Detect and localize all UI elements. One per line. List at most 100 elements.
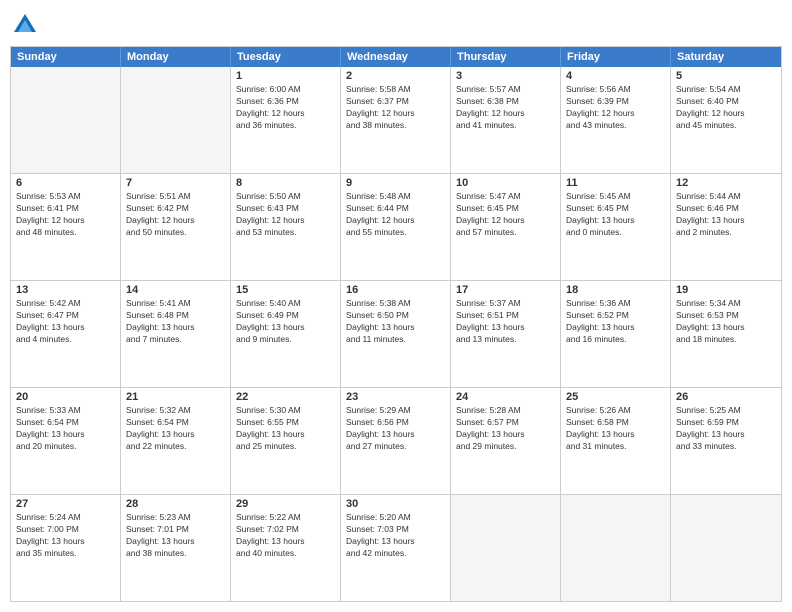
cell-info-line: and 33 minutes.: [676, 441, 776, 453]
day-cell-23: 23Sunrise: 5:29 AMSunset: 6:56 PMDayligh…: [341, 388, 451, 494]
cell-info-line: Sunrise: 5:58 AM: [346, 84, 445, 96]
cell-info-line: and 38 minutes.: [346, 120, 445, 132]
cell-info-line: Sunrise: 5:34 AM: [676, 298, 776, 310]
cell-info-line: Daylight: 12 hours: [126, 215, 225, 227]
cell-info-line: and 50 minutes.: [126, 227, 225, 239]
cell-info-line: Daylight: 12 hours: [16, 215, 115, 227]
day-number: 28: [126, 498, 225, 510]
cell-info-line: and 38 minutes.: [126, 548, 225, 560]
day-cell-5: 5Sunrise: 5:54 AMSunset: 6:40 PMDaylight…: [671, 67, 781, 173]
cell-info-line: and 4 minutes.: [16, 334, 115, 346]
logo-icon: [10, 10, 40, 40]
cell-info-line: Sunset: 7:01 PM: [126, 524, 225, 536]
cell-info-line: Daylight: 12 hours: [566, 108, 665, 120]
cell-info-line: Sunrise: 5:42 AM: [16, 298, 115, 310]
cell-info-line: Sunset: 6:44 PM: [346, 203, 445, 215]
day-number: 10: [456, 177, 555, 189]
cell-info-line: Sunrise: 5:48 AM: [346, 191, 445, 203]
cell-info-line: Sunset: 6:50 PM: [346, 310, 445, 322]
cell-info-line: and 7 minutes.: [126, 334, 225, 346]
cell-info-line: Daylight: 13 hours: [16, 536, 115, 548]
day-cell-22: 22Sunrise: 5:30 AMSunset: 6:55 PMDayligh…: [231, 388, 341, 494]
cell-info-line: Daylight: 13 hours: [126, 429, 225, 441]
cell-info-line: Sunrise: 5:57 AM: [456, 84, 555, 96]
cell-info-line: Sunset: 6:43 PM: [236, 203, 335, 215]
day-number: 3: [456, 70, 555, 82]
cell-info-line: Sunrise: 5:32 AM: [126, 405, 225, 417]
cell-info-line: Sunrise: 5:38 AM: [346, 298, 445, 310]
cell-info-line: and 45 minutes.: [676, 120, 776, 132]
cell-info-line: Sunrise: 5:30 AM: [236, 405, 335, 417]
cell-info-line: and 42 minutes.: [346, 548, 445, 560]
cell-info-line: and 22 minutes.: [126, 441, 225, 453]
cell-info-line: Daylight: 13 hours: [676, 429, 776, 441]
day-cell-19: 19Sunrise: 5:34 AMSunset: 6:53 PMDayligh…: [671, 281, 781, 387]
cell-info-line: Sunrise: 5:23 AM: [126, 512, 225, 524]
day-number: 14: [126, 284, 225, 296]
day-number: 21: [126, 391, 225, 403]
day-cell-10: 10Sunrise: 5:47 AMSunset: 6:45 PMDayligh…: [451, 174, 561, 280]
day-number: 26: [676, 391, 776, 403]
cell-info-line: Daylight: 13 hours: [236, 322, 335, 334]
cell-info-line: Sunset: 6:42 PM: [126, 203, 225, 215]
cell-info-line: Daylight: 12 hours: [456, 215, 555, 227]
cell-info-line: and 13 minutes.: [456, 334, 555, 346]
cell-info-line: Sunrise: 5:36 AM: [566, 298, 665, 310]
day-number: 15: [236, 284, 335, 296]
day-number: 8: [236, 177, 335, 189]
day-number: 19: [676, 284, 776, 296]
cell-info-line: and 16 minutes.: [566, 334, 665, 346]
day-number: 16: [346, 284, 445, 296]
cell-info-line: Sunrise: 6:00 AM: [236, 84, 335, 96]
day-cell-13: 13Sunrise: 5:42 AMSunset: 6:47 PMDayligh…: [11, 281, 121, 387]
cell-info-line: Sunset: 6:51 PM: [456, 310, 555, 322]
cell-info-line: Daylight: 12 hours: [346, 108, 445, 120]
calendar: SundayMondayTuesdayWednesdayThursdayFrid…: [10, 46, 782, 602]
weekday-header-wednesday: Wednesday: [341, 47, 451, 67]
day-number: 11: [566, 177, 665, 189]
cell-info-line: and 9 minutes.: [236, 334, 335, 346]
day-cell-24: 24Sunrise: 5:28 AMSunset: 6:57 PMDayligh…: [451, 388, 561, 494]
cell-info-line: Sunset: 7:03 PM: [346, 524, 445, 536]
day-number: 25: [566, 391, 665, 403]
cell-info-line: Daylight: 13 hours: [676, 215, 776, 227]
cell-info-line: Daylight: 13 hours: [236, 536, 335, 548]
cell-info-line: Daylight: 13 hours: [126, 322, 225, 334]
calendar-row-4: 20Sunrise: 5:33 AMSunset: 6:54 PMDayligh…: [11, 388, 781, 495]
cell-info-line: Sunset: 6:38 PM: [456, 96, 555, 108]
cell-info-line: Sunset: 6:46 PM: [676, 203, 776, 215]
day-number: 5: [676, 70, 776, 82]
cell-info-line: Sunset: 6:52 PM: [566, 310, 665, 322]
day-cell-18: 18Sunrise: 5:36 AMSunset: 6:52 PMDayligh…: [561, 281, 671, 387]
cell-info-line: Daylight: 13 hours: [126, 536, 225, 548]
day-number: 7: [126, 177, 225, 189]
cell-info-line: Sunset: 6:59 PM: [676, 417, 776, 429]
day-cell-26: 26Sunrise: 5:25 AMSunset: 6:59 PMDayligh…: [671, 388, 781, 494]
cell-info-line: and 36 minutes.: [236, 120, 335, 132]
cell-info-line: Sunrise: 5:53 AM: [16, 191, 115, 203]
calendar-row-3: 13Sunrise: 5:42 AMSunset: 6:47 PMDayligh…: [11, 281, 781, 388]
cell-info-line: Daylight: 13 hours: [456, 429, 555, 441]
cell-info-line: Daylight: 13 hours: [676, 322, 776, 334]
day-cell-20: 20Sunrise: 5:33 AMSunset: 6:54 PMDayligh…: [11, 388, 121, 494]
cell-info-line: Daylight: 13 hours: [346, 429, 445, 441]
cell-info-line: Daylight: 12 hours: [676, 108, 776, 120]
cell-info-line: and 53 minutes.: [236, 227, 335, 239]
cell-info-line: Sunset: 6:41 PM: [16, 203, 115, 215]
cell-info-line: Sunrise: 5:24 AM: [16, 512, 115, 524]
cell-info-line: and 57 minutes.: [456, 227, 555, 239]
calendar-row-1: 1Sunrise: 6:00 AMSunset: 6:36 PMDaylight…: [11, 67, 781, 174]
cell-info-line: Sunrise: 5:56 AM: [566, 84, 665, 96]
cell-info-line: Daylight: 13 hours: [346, 322, 445, 334]
cell-info-line: Sunset: 6:57 PM: [456, 417, 555, 429]
cell-info-line: Sunset: 6:55 PM: [236, 417, 335, 429]
cell-info-line: Daylight: 12 hours: [236, 108, 335, 120]
day-number: 6: [16, 177, 115, 189]
cell-info-line: Daylight: 13 hours: [346, 536, 445, 548]
cell-info-line: Sunrise: 5:54 AM: [676, 84, 776, 96]
cell-info-line: Sunrise: 5:37 AM: [456, 298, 555, 310]
cell-info-line: and 55 minutes.: [346, 227, 445, 239]
cell-info-line: Sunset: 6:48 PM: [126, 310, 225, 322]
cell-info-line: Sunset: 6:49 PM: [236, 310, 335, 322]
day-number: 20: [16, 391, 115, 403]
